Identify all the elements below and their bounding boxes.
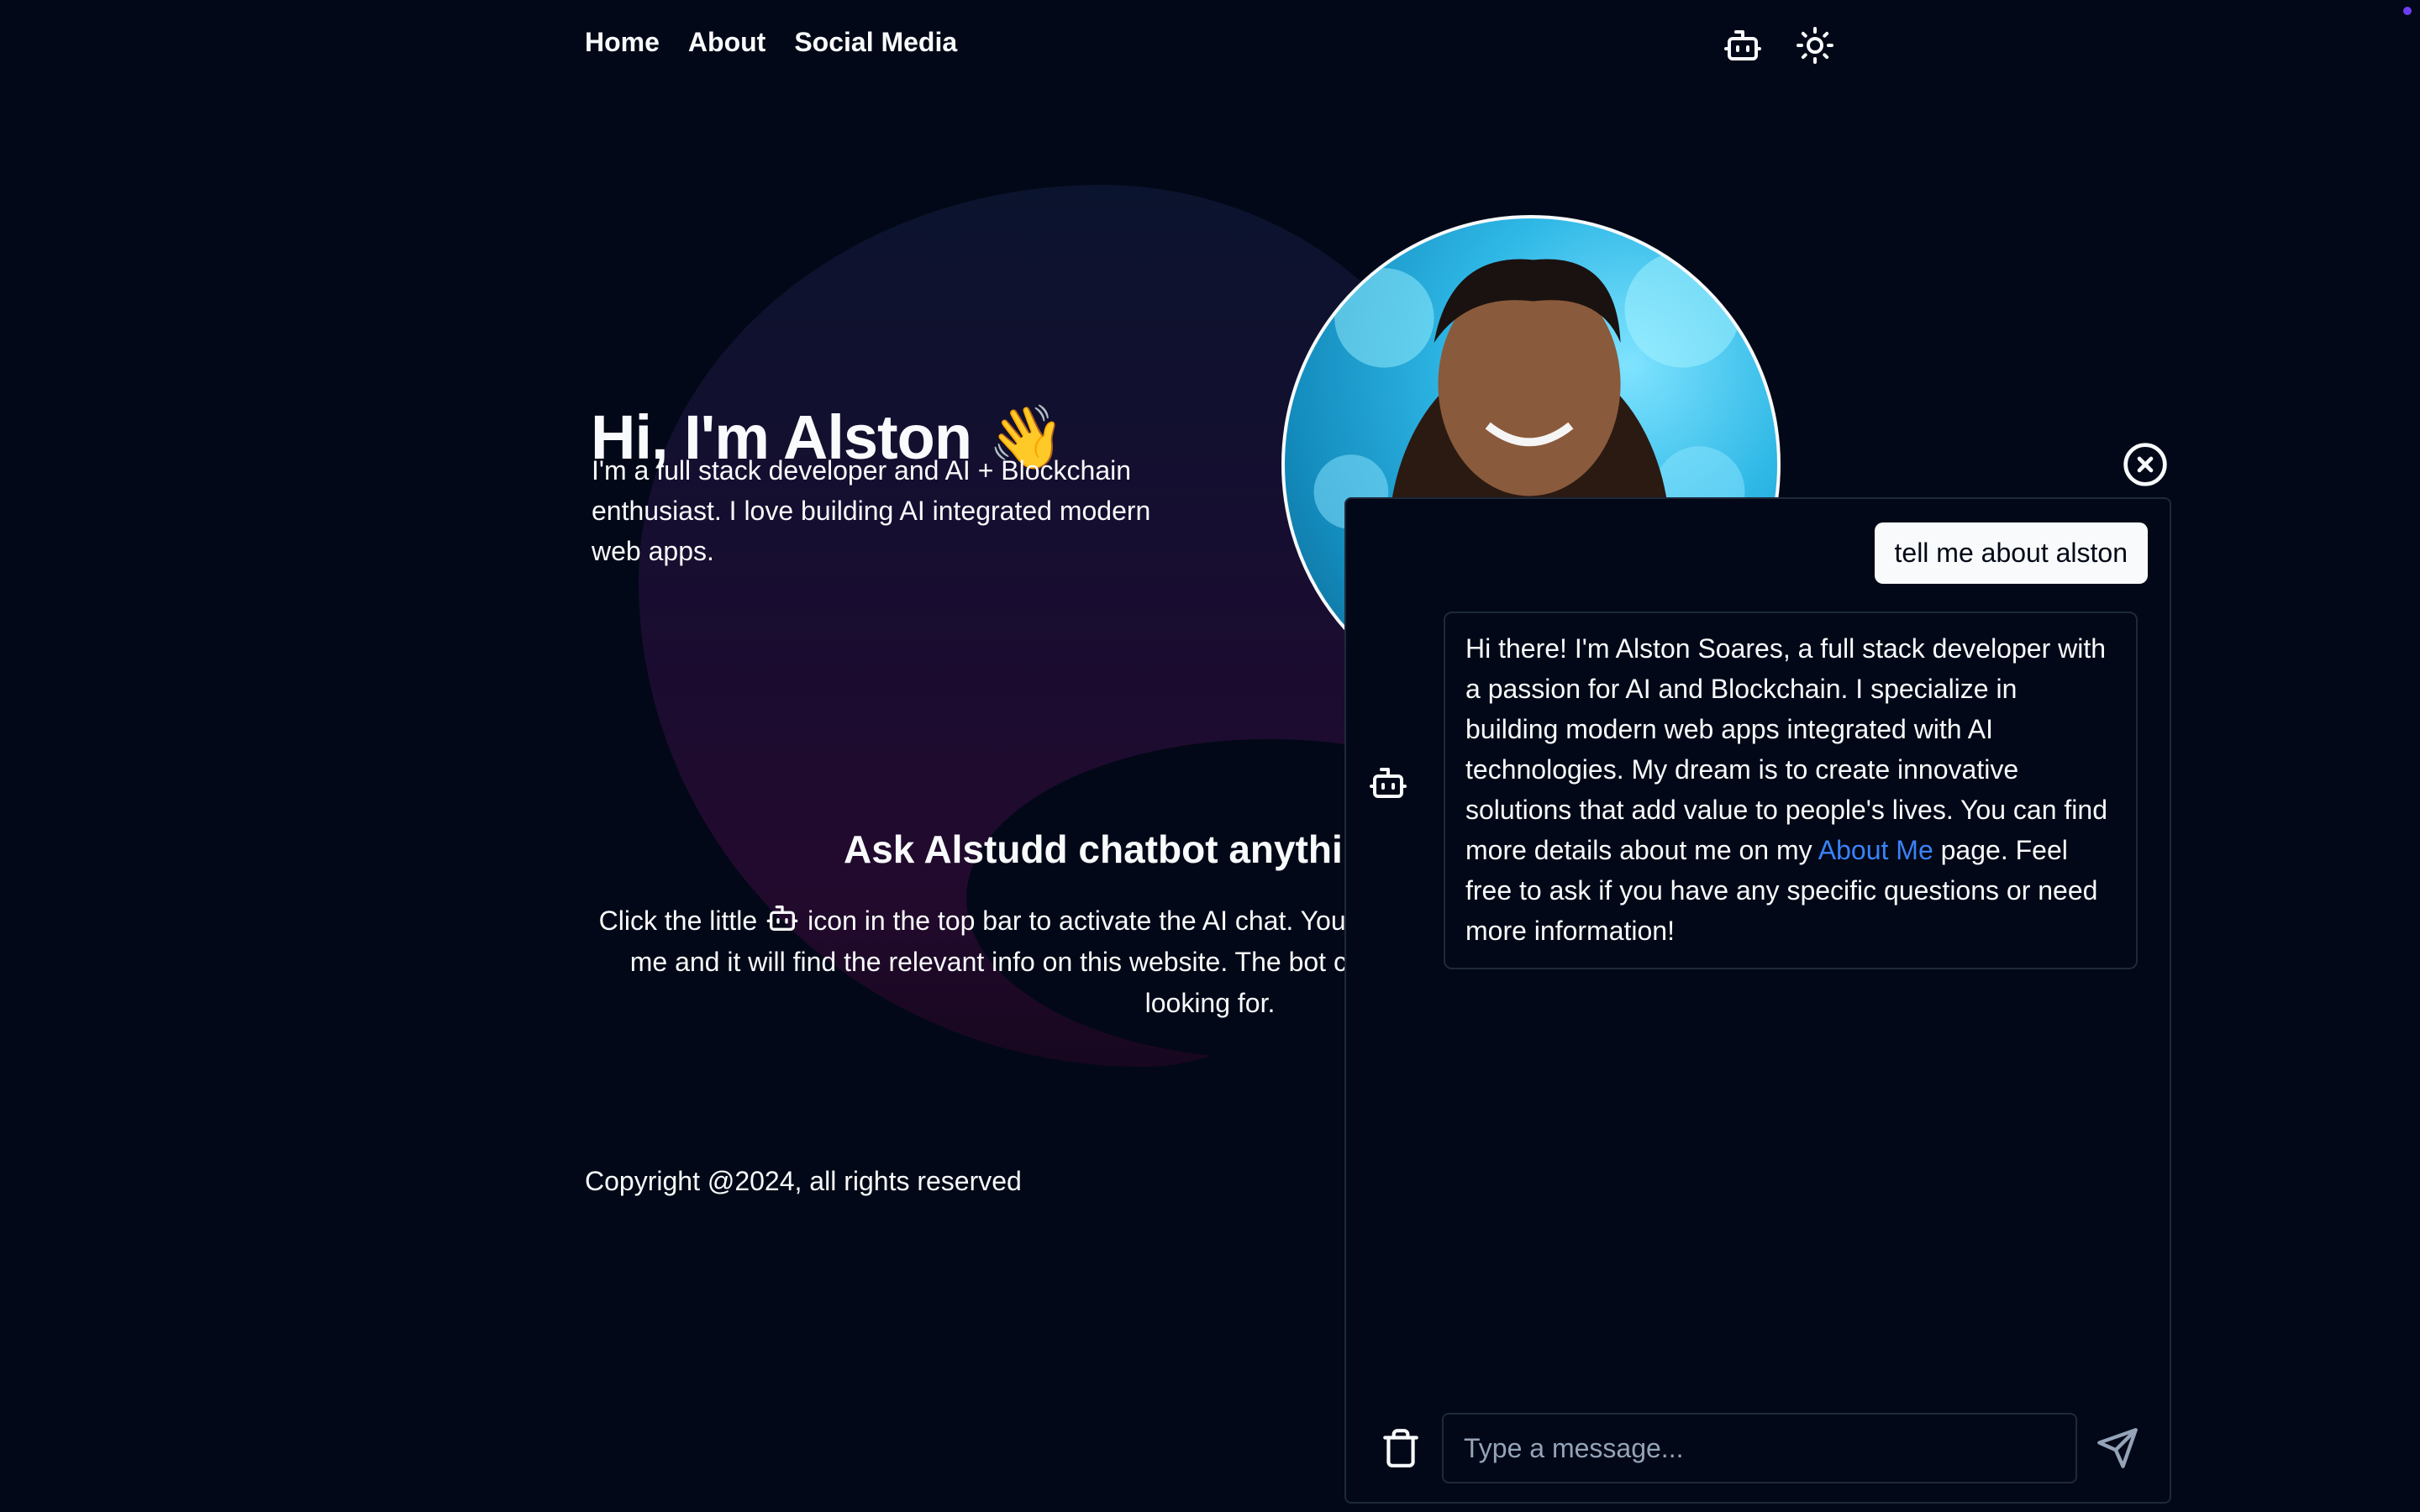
bot-icon <box>1368 763 1408 803</box>
bot-message-text: Hi there! I'm Alston Soares, a full stac… <box>1465 633 2107 865</box>
chatbot-instructions-start: Click the little <box>598 906 758 936</box>
corner-indicator <box>2403 7 2412 15</box>
chatbot-heading: Ask Alstudd chatbot anything <box>844 827 1390 871</box>
nav-actions <box>1723 25 1835 66</box>
about-me-link[interactable]: About Me <box>1818 835 1933 865</box>
trash-icon[interactable] <box>1380 1426 1422 1470</box>
close-icon[interactable] <box>2122 441 2169 488</box>
hero-subtitle: I'm a full stack developer and AI + Bloc… <box>592 455 1151 566</box>
bot-icon <box>765 901 799 935</box>
nav-about-link[interactable]: About <box>688 27 765 58</box>
chat-input-bar <box>1368 1413 2149 1483</box>
nav-social-media-link[interactable]: Social Media <box>794 27 957 58</box>
send-icon[interactable] <box>2096 1426 2139 1470</box>
message-input[interactable] <box>1442 1413 2077 1483</box>
bot-icon[interactable] <box>1723 25 1763 66</box>
chat-panel: tell me about alston Hi there! I'm Alsto… <box>1344 497 2171 1504</box>
page: Home About Social Media Hi, I'm Alston 👋… <box>0 0 2420 1512</box>
top-navigation: Home About Social Media <box>585 27 957 58</box>
sun-icon[interactable] <box>1795 25 1835 66</box>
user-message: tell me about alston <box>1874 522 2148 584</box>
bot-message: Hi there! I'm Alston Soares, a full stac… <box>1444 612 2138 969</box>
footer-copyright: Copyright @2024, all rights reserved <box>585 1166 1022 1196</box>
nav-home-link[interactable]: Home <box>585 27 660 58</box>
